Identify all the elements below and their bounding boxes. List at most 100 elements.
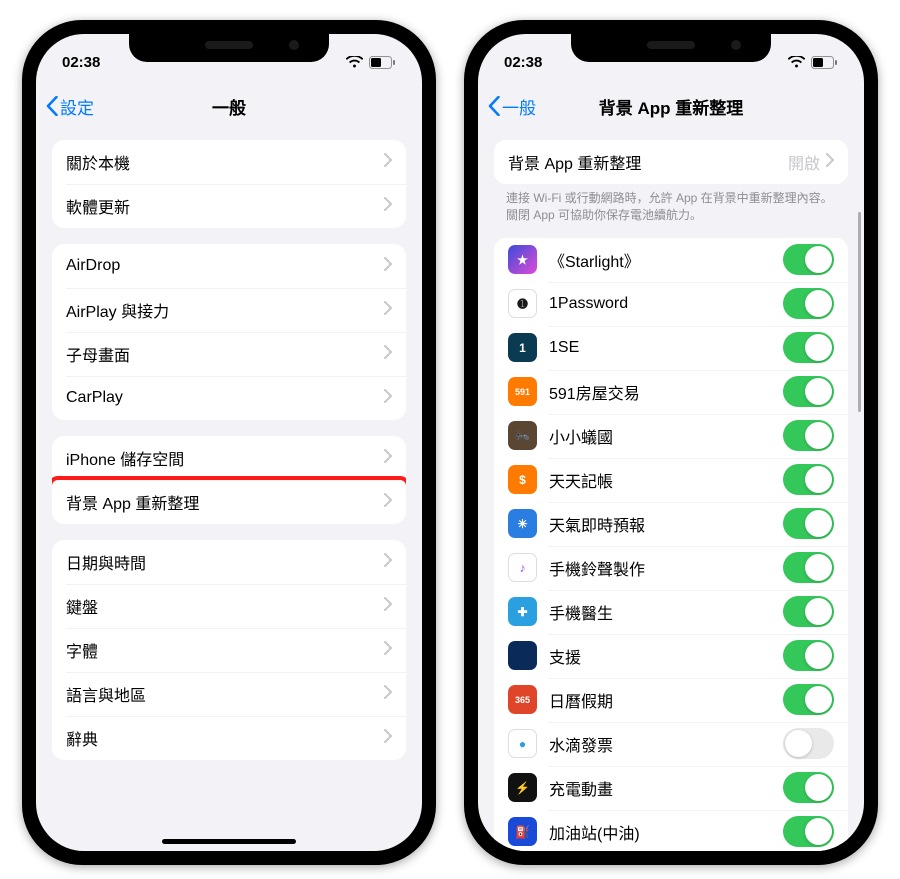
status-time: 02:38: [504, 54, 542, 71]
settings-group: 日期與時間鍵盤字體語言與地區辭典: [52, 540, 406, 760]
back-label: 設定: [60, 94, 94, 119]
app-row: ➊1Password: [494, 282, 848, 326]
scroll-indicator[interactable]: [858, 212, 861, 412]
toggle-switch[interactable]: [783, 728, 834, 759]
row-label: AirDrop: [66, 257, 384, 275]
app-name: 加油站(中油): [549, 820, 783, 844]
toggle-switch[interactable]: [783, 464, 834, 495]
notch: [129, 34, 329, 62]
settings-row[interactable]: 背景 App 重新整理: [52, 480, 406, 524]
chevron-right-icon: [384, 301, 392, 320]
toggle-switch[interactable]: [783, 596, 834, 627]
row-label: CarPlay: [66, 389, 384, 407]
wifi-icon: [788, 56, 805, 68]
app-row: ✚手機醫生: [494, 590, 848, 634]
row-label: 字體: [66, 638, 384, 662]
app-name: 日曆假期: [549, 688, 783, 712]
back-button[interactable]: 一般: [488, 94, 536, 119]
toggle-switch[interactable]: [783, 640, 834, 671]
toggle-switch[interactable]: [783, 420, 834, 451]
settings-row[interactable]: 日期與時間: [52, 540, 406, 584]
wifi-icon: [346, 56, 363, 68]
toggle-switch[interactable]: [783, 816, 834, 847]
settings-row[interactable]: 關於本機: [52, 140, 406, 184]
app-row: ●水滴發票: [494, 722, 848, 766]
chevron-right-icon: [384, 553, 392, 572]
chevron-right-icon: [384, 345, 392, 364]
app-icon: 🐜: [508, 421, 537, 450]
app-row: 🐜 小小蟻國: [494, 414, 848, 458]
app-name: 《Starlight》: [549, 248, 783, 272]
bg-refresh-content[interactable]: 背景 App 重新整理開啟連接 Wi-Fi 或行動網路時，允許 App 在背景中…: [478, 122, 864, 851]
bg-refresh-main-group: 背景 App 重新整理開啟: [494, 140, 848, 184]
settings-group: 關於本機軟體更新: [52, 140, 406, 228]
row-label: 關於本機: [66, 150, 384, 174]
toggle-switch[interactable]: [783, 772, 834, 803]
app-name: 手機醫生: [549, 600, 783, 624]
app-icon: ★: [508, 245, 537, 274]
toggle-switch[interactable]: [783, 684, 834, 715]
app-row: 591591房屋交易: [494, 370, 848, 414]
app-row: 365 日曆假期: [494, 678, 848, 722]
row-label: 軟體更新: [66, 194, 384, 218]
app-icon: 365: [508, 685, 537, 714]
chevron-right-icon: [384, 641, 392, 660]
toggle-switch[interactable]: [783, 332, 834, 363]
toggle-switch[interactable]: [783, 508, 834, 539]
app-icon: [508, 641, 537, 670]
settings-row[interactable]: AirDrop: [52, 244, 406, 288]
chevron-right-icon: [384, 153, 392, 172]
app-row: ♪ 手機鈴聲製作: [494, 546, 848, 590]
row-label: 鍵盤: [66, 594, 384, 618]
bg-refresh-master-row[interactable]: 背景 App 重新整理開啟: [494, 140, 848, 184]
app-name: 天氣即時預報: [549, 512, 783, 536]
settings-row[interactable]: iPhone 儲存空間: [52, 436, 406, 480]
settings-row[interactable]: 辭典: [52, 716, 406, 760]
battery-icon: [369, 56, 396, 69]
notch: [571, 34, 771, 62]
chevron-right-icon: [384, 257, 392, 276]
app-icon: ♪: [508, 553, 537, 582]
chevron-right-icon: [384, 197, 392, 216]
app-name: 水滴發票: [549, 732, 783, 756]
settings-row[interactable]: 鍵盤: [52, 584, 406, 628]
phone-left: 02:38 設定 一般 關於本機軟體更新AirDropAirPlay 與接: [22, 20, 436, 865]
settings-row[interactable]: AirPlay 與接力: [52, 288, 406, 332]
battery-icon: [811, 56, 838, 69]
row-label: 日期與時間: [66, 550, 384, 574]
app-row: ⛽加油站(中油): [494, 810, 848, 851]
row-label: 背景 App 重新整理: [508, 150, 788, 174]
toggle-switch[interactable]: [783, 376, 834, 407]
app-name: 小小蟻國: [549, 424, 783, 448]
app-row: 11SE: [494, 326, 848, 370]
chevron-left-icon: [46, 96, 58, 116]
app-row: ★ 《Starlight》: [494, 238, 848, 282]
chevron-right-icon: [826, 153, 834, 172]
chevron-right-icon: [384, 389, 392, 408]
back-button[interactable]: 設定: [46, 94, 94, 119]
settings-content[interactable]: 關於本機軟體更新 AirDrop AirPlay 與接力子母畫面 CarPlay iPh…: [36, 122, 422, 851]
settings-row[interactable]: CarPlay: [52, 376, 406, 420]
back-label: 一般: [502, 94, 536, 119]
chevron-right-icon: [384, 597, 392, 616]
settings-row[interactable]: 語言與地區: [52, 672, 406, 716]
toggle-switch[interactable]: [783, 552, 834, 583]
home-indicator[interactable]: [162, 839, 296, 844]
settings-row[interactable]: 字體: [52, 628, 406, 672]
settings-group: AirDrop AirPlay 與接力子母畫面 CarPlay: [52, 244, 406, 420]
toggle-switch[interactable]: [783, 288, 834, 319]
row-value: 開啟: [788, 150, 820, 174]
app-icon: ☀: [508, 509, 537, 538]
status-time: 02:38: [62, 54, 100, 71]
app-icon: $: [508, 465, 537, 494]
app-name: 1SE: [549, 339, 783, 357]
app-name: 手機鈴聲製作: [549, 556, 783, 580]
settings-row[interactable]: 軟體更新: [52, 184, 406, 228]
app-icon: ⚡: [508, 773, 537, 802]
settings-row[interactable]: 子母畫面: [52, 332, 406, 376]
row-label: AirPlay 與接力: [66, 298, 384, 322]
app-row: ⚡充電動畫: [494, 766, 848, 810]
chevron-right-icon: [384, 449, 392, 468]
row-label: 辭典: [66, 726, 384, 750]
toggle-switch[interactable]: [783, 244, 834, 275]
